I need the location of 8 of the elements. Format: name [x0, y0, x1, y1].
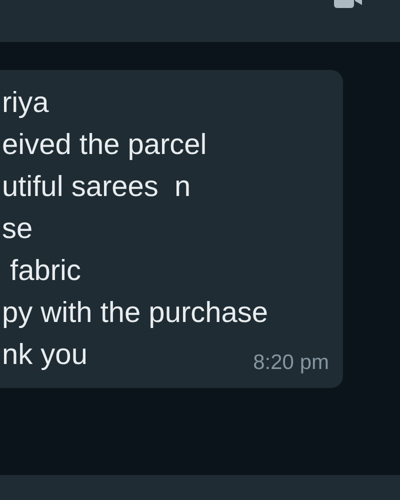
message-line: nk you — [2, 338, 88, 373]
message-time: 8:20 pm — [253, 350, 329, 376]
message-line: eived the parcel — [2, 128, 208, 163]
message-line: se — [2, 212, 34, 247]
message-line: fabric — [9, 254, 82, 289]
message-line: py with the purchase — [2, 296, 269, 331]
message-line: utiful sarees n — [2, 170, 192, 205]
message-line: riya — [2, 86, 50, 121]
